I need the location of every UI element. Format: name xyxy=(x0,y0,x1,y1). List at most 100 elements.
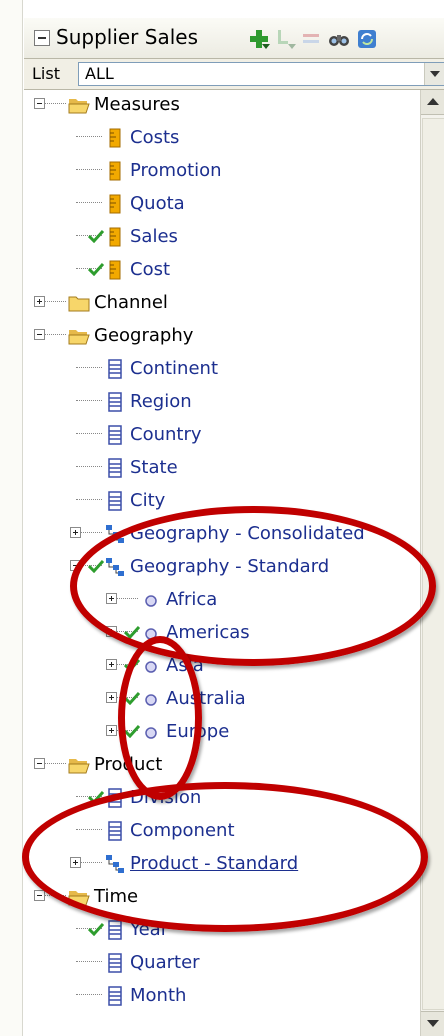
tree-node-label: Product xyxy=(94,754,163,775)
add-child-icon[interactable] xyxy=(274,28,296,50)
panel-header: Supplier Sales xyxy=(24,18,444,59)
tree-node-geography-consolidated[interactable]: Geography - Consolidated xyxy=(24,519,420,549)
tree-node-label: Division xyxy=(130,787,202,808)
tree-connector xyxy=(76,994,102,995)
tree-node-label: City xyxy=(130,490,166,511)
tree-node-label: Region xyxy=(130,391,192,412)
tree-node-promotion[interactable]: Promotion xyxy=(24,156,420,186)
list-filter-row: List ALL xyxy=(24,59,444,90)
tree-connector xyxy=(76,367,102,368)
find-icon[interactable] xyxy=(328,28,350,50)
tree-node-label: Americas xyxy=(166,622,250,643)
tree-node-quarter[interactable]: Quarter xyxy=(24,948,420,978)
tree-node-europe[interactable]: Europe xyxy=(24,717,420,747)
dimension-browser-panel: Supplier Sales List ALL Measures Costs Pr xyxy=(0,0,444,1036)
tree-node-continent[interactable]: Continent xyxy=(24,354,420,384)
tree-node-channel[interactable]: Channel xyxy=(24,288,420,318)
tree-node-label: Cost xyxy=(130,259,171,280)
tree-node-label: State xyxy=(130,457,178,478)
tree-connector xyxy=(76,202,102,203)
tree-connector xyxy=(76,400,102,401)
tree-node-asia[interactable]: Asia xyxy=(24,651,420,681)
tree-node-month[interactable]: Month xyxy=(24,981,420,1011)
tree-node-label: Product - Standard xyxy=(130,853,299,874)
tree-node-label: Year xyxy=(130,919,169,940)
tree-connector xyxy=(76,466,102,467)
list-selected-value: ALL xyxy=(85,64,114,83)
tree-node-label: Geography - Consolidated xyxy=(130,523,365,544)
tree-node-cost[interactable]: Cost xyxy=(24,255,420,285)
collapse-icon[interactable] xyxy=(34,98,45,109)
tree-node-label: Country xyxy=(130,424,202,445)
checkmark-icon xyxy=(124,625,140,639)
tree-node-country[interactable]: Country xyxy=(24,420,420,450)
tree-connector xyxy=(76,433,102,434)
expand-icon[interactable] xyxy=(70,527,81,538)
tree-node-geography-standard[interactable]: Geography - Standard xyxy=(24,552,420,582)
tree-node-year[interactable]: Year xyxy=(24,915,420,945)
tree-node-australia[interactable]: Australia xyxy=(24,684,420,714)
expand-icon[interactable] xyxy=(106,725,117,736)
tree-connector xyxy=(76,169,102,170)
tree-node-label: Africa xyxy=(166,589,218,610)
collapse-icon[interactable] xyxy=(34,890,45,901)
list-dropdown[interactable]: ALL xyxy=(78,62,444,86)
collapse-icon[interactable] xyxy=(34,329,45,340)
tree-node-region[interactable]: Region xyxy=(24,387,420,417)
scroll-up-arrow-icon[interactable] xyxy=(421,90,444,115)
expand-icon[interactable] xyxy=(106,593,117,604)
checkmark-icon xyxy=(88,229,104,243)
dimension-tree: Measures Costs Promotion Quota Sales Cost Chan… xyxy=(24,90,420,1036)
tree-node-time[interactable]: Time xyxy=(24,882,420,912)
expand-icon[interactable] xyxy=(106,626,117,637)
tree-node-label: Sales xyxy=(130,226,178,247)
add-icon[interactable] xyxy=(248,28,270,50)
tree-node-quota[interactable]: Quota xyxy=(24,189,420,219)
list-label: List xyxy=(32,64,60,83)
tree-node-africa[interactable]: Africa xyxy=(24,585,420,615)
vertical-scrollbar[interactable] xyxy=(420,90,444,1036)
tree-connector xyxy=(76,136,102,137)
expand-icon[interactable] xyxy=(70,857,81,868)
tree-node-product[interactable]: Product xyxy=(24,750,420,780)
tree-node-label: Geography - Standard xyxy=(130,556,330,577)
checkmark-icon xyxy=(88,922,104,936)
expand-icon[interactable] xyxy=(106,692,117,703)
tree-node-label: Time xyxy=(94,886,139,907)
refresh-icon[interactable] xyxy=(356,28,378,50)
checkmark-icon xyxy=(88,559,104,573)
tree-node-geography[interactable]: Geography xyxy=(24,321,420,351)
tree-node-product-standard[interactable]: Product - Standard xyxy=(24,849,420,879)
collapse-icon[interactable] xyxy=(70,560,81,571)
tree-node-label: Promotion xyxy=(130,160,222,181)
checkmark-icon xyxy=(88,790,104,804)
tree-node-label: Costs xyxy=(130,127,180,148)
tree-node-state[interactable]: State xyxy=(24,453,420,483)
chevron-down-icon[interactable] xyxy=(424,63,444,85)
checkmark-icon xyxy=(124,691,140,705)
tree-node-costs[interactable]: Costs xyxy=(24,123,420,153)
tree-node-label: Quota xyxy=(130,193,185,214)
collapse-icon[interactable] xyxy=(34,30,50,46)
tree-node-label: Quarter xyxy=(130,952,200,973)
tree-node-city[interactable]: City xyxy=(24,486,420,516)
collapse-icon[interactable] xyxy=(34,758,45,769)
tree-node-division[interactable]: Division xyxy=(24,783,420,813)
expand-icon[interactable] xyxy=(34,296,45,307)
tree-node-label: Australia xyxy=(166,688,246,709)
tree-node-label: Measures xyxy=(94,94,180,115)
remove-icon[interactable] xyxy=(300,28,322,50)
panel-title: Supplier Sales xyxy=(56,25,198,49)
scroll-down-arrow-icon[interactable] xyxy=(421,1011,444,1036)
tree-node-label: Continent xyxy=(130,358,218,379)
tree-node-americas[interactable]: Americas xyxy=(24,618,420,648)
checkmark-icon xyxy=(124,724,140,738)
checkmark-icon xyxy=(88,262,104,276)
expand-icon[interactable] xyxy=(106,659,117,670)
tree-node-sales[interactable]: Sales xyxy=(24,222,420,252)
scroll-thumb[interactable] xyxy=(422,118,444,1010)
tree-node-label: Channel xyxy=(94,292,168,313)
tree-node-measures[interactable]: Measures xyxy=(24,90,420,120)
left-edge-strip xyxy=(0,0,23,1036)
tree-node-component[interactable]: Component xyxy=(24,816,420,846)
